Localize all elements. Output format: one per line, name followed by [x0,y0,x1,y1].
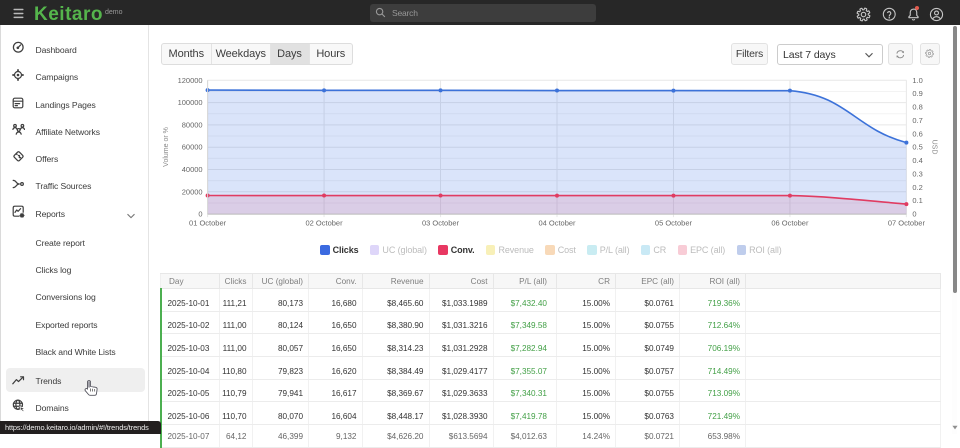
svg-text:80000: 80000 [182,120,203,129]
svg-text:0.8: 0.8 [912,103,922,112]
svg-text:01 October: 01 October [189,219,227,228]
svg-text:07 October: 07 October [888,219,926,228]
svg-text:0.7: 0.7 [912,116,922,125]
svg-text:06 October: 06 October [771,219,809,228]
svg-text:0.9: 0.9 [912,89,922,98]
svg-text:100000: 100000 [178,98,203,107]
svg-text:04 October: 04 October [538,219,576,228]
svg-text:USD: USD [931,140,938,155]
svg-text:20000: 20000 [182,187,203,196]
svg-text:03 October: 03 October [422,219,460,228]
svg-text:0.1: 0.1 [912,196,922,205]
svg-text:0.3: 0.3 [912,169,922,178]
svg-text:02 October: 02 October [306,219,344,228]
svg-text:40000: 40000 [182,165,203,174]
svg-text:0.2: 0.2 [912,183,922,192]
svg-text:60000: 60000 [182,143,203,152]
svg-text:0: 0 [198,210,202,219]
svg-text:120000: 120000 [178,76,203,85]
svg-text:0.4: 0.4 [912,156,922,165]
svg-text:05 October: 05 October [655,219,693,228]
svg-text:Volume or %: Volume or % [163,127,170,167]
svg-text:0: 0 [912,210,916,219]
svg-text:1.0: 1.0 [912,76,922,85]
svg-text:0.5: 0.5 [912,143,922,152]
svg-text:0.6: 0.6 [912,129,922,138]
